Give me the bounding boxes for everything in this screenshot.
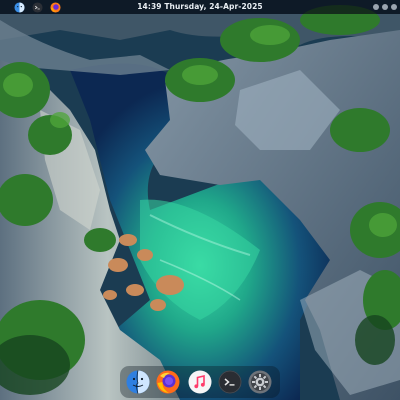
clock-label[interactable]: 14:39 Thursday, 24-Apr-2025 (137, 2, 263, 11)
top-panel: 14:39 Thursday, 24-Apr-2025 (0, 0, 400, 14)
music-icon (188, 370, 212, 394)
dock-item-music[interactable] (188, 370, 212, 394)
terminal-icon (218, 370, 242, 394)
system-tray (327, 0, 400, 14)
firefox-icon (156, 370, 180, 394)
dock-item-settings[interactable] (248, 370, 272, 394)
finder-icon (126, 370, 150, 394)
dock-item-firefox[interactable] (156, 370, 180, 394)
desktop-wallpaper (0, 0, 400, 400)
terminal-icon[interactable] (31, 1, 43, 13)
dock (120, 366, 280, 398)
network-icon[interactable] (373, 4, 379, 10)
settings-icon (248, 370, 272, 394)
volume-icon[interactable] (382, 4, 388, 10)
power-icon[interactable] (391, 4, 397, 10)
finder-icon[interactable] (13, 1, 25, 13)
dock-item-finder[interactable] (126, 370, 150, 394)
firefox-icon[interactable] (49, 1, 61, 13)
dock-item-terminal[interactable] (218, 370, 242, 394)
